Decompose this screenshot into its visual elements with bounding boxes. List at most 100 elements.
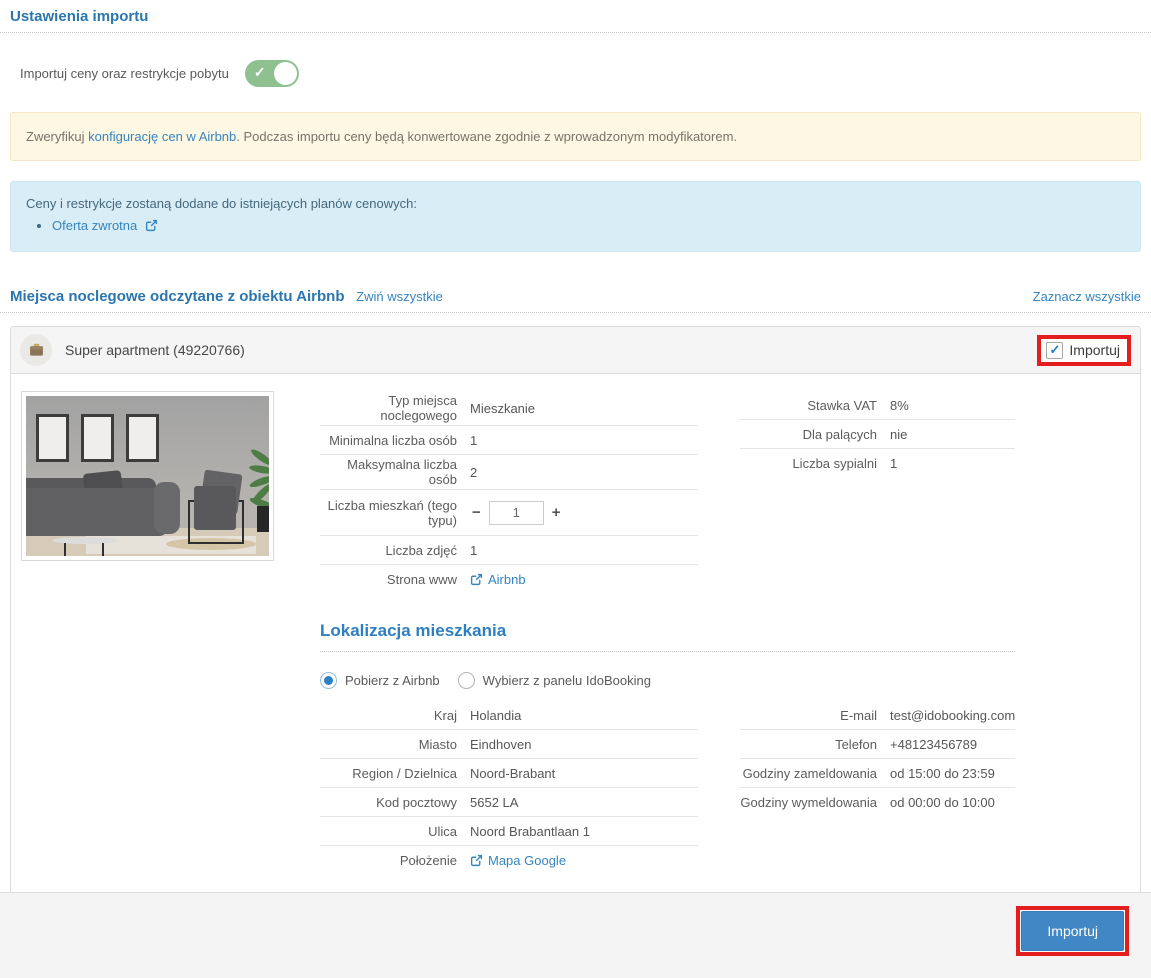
select-all-link[interactable]: Zaznacz wszystkie [1033,289,1141,304]
photo-decor [36,414,69,462]
import-prices-toggle[interactable]: ✓ [245,60,299,87]
listing-panel-header[interactable]: Super apartment (49220766) ✓ Importuj [11,327,1140,374]
photo-decor [81,414,114,462]
detail-label: E-mail [740,708,890,723]
detail-value: 2 [470,465,477,480]
divider [0,32,1151,33]
check-icon: ✓ [254,64,266,81]
detail-value: Holandia [470,708,521,723]
detail-row: Maksymalna liczba osób 2 [320,455,698,490]
detail-label: Liczba sypialni [740,456,890,471]
price-config-warning-alert: Zweryfikuj konfigurację cen w Airbnb. Po… [10,112,1141,161]
edit-icon[interactable] [145,219,158,232]
import-button[interactable]: Importuj [1021,911,1124,951]
detail-row: Typ miejsca noclegowego Mieszkanie [320,391,698,426]
google-maps-link[interactable]: Mapa Google [488,853,566,868]
radio-pobierz-z-airbnb[interactable]: Pobierz z Airbnb [320,672,440,689]
detail-row: Liczba mieszkań (tego typu) − + [320,490,698,536]
detail-label: Godziny zameldowania [740,766,890,781]
detail-row: Godziny wymeldowania od 00:00 do 10:00 [740,788,1015,817]
briefcase-icon [20,334,52,366]
detail-label: Minimalna liczba osób [320,433,470,448]
info-alert-text: Ceny i restrykcje zostaną dodane do istn… [26,196,1125,211]
photo-decor [249,464,269,475]
detail-value: 1 [890,456,897,471]
toggle-knob [274,62,297,85]
photo-decor [257,506,269,532]
quantity-input[interactable] [489,501,544,525]
detail-label: Maksymalna liczba osób [320,457,470,487]
detail-label: Godziny wymeldowania [740,795,890,810]
listing-panel-body: Typ miejsca noclegowego Mieszkanie Minim… [11,374,1140,903]
radio-icon [458,672,475,689]
detail-label: Strona www [320,572,470,587]
detail-value: od 15:00 do 23:59 [890,766,995,781]
detail-row: Ulica Noord Brabantlaan 1 [320,817,698,846]
detail-row: Miasto Eindhoven [320,730,698,759]
detail-row: Region / Dzielnica Noord-Brabant [320,759,698,788]
location-source-options: Pobierz z Airbnb Wybierz z panelu IdoBoo… [320,672,1015,689]
airbnb-listing-link[interactable]: Airbnb [488,572,526,587]
detail-row: Kod pocztowy 5652 LA [320,788,698,817]
detail-label: Miasto [320,737,470,752]
radio-wybierz-z-panelu[interactable]: Wybierz z panelu IdoBooking [458,672,651,689]
external-link-icon [470,573,483,586]
detail-label: Typ miejsca noclegowego [320,393,470,423]
radio-label: Pobierz z Airbnb [345,673,440,688]
listing-attributes-table: Stawka VAT 8% Dla palących nie Liczba sy… [740,391,1015,594]
import-prices-toggle-label: Importuj ceny oraz restrykcje pobytu [20,66,229,81]
photo-scene [26,396,269,556]
page-title: Ustawienia importu [0,0,1151,25]
price-plans-info-alert: Ceny i restrykcje zostaną dodane do istn… [10,181,1141,252]
detail-label: Liczba zdjęć [320,543,470,558]
import-checkbox-label: Importuj [1069,342,1120,358]
divider [0,312,1151,313]
import-checkbox[interactable]: ✓ [1046,342,1063,359]
detail-label: Kraj [320,708,470,723]
detail-row: E-mail test@idobooking.com [740,701,1015,730]
airbnb-price-config-link[interactable]: konfigurację cen w Airbnb [88,129,236,144]
detail-row: Liczba sypialni 1 [740,449,1015,478]
radio-icon [320,672,337,689]
detail-label: Telefon [740,737,890,752]
photo-decor [102,543,104,556]
price-plan-link[interactable]: Oferta zwrotna [52,218,137,233]
price-plan-list-item: Oferta zwrotna [52,218,1125,233]
warning-text-before: Zweryfikuj [26,129,88,144]
photo-decor [64,543,66,556]
detail-row: Stawka VAT 8% [740,391,1015,420]
detail-value: 5652 LA [470,795,518,810]
detail-label: Liczba mieszkań (tego typu) [320,498,470,528]
photo-decor [194,486,236,530]
detail-value: Noord-Brabant [470,766,555,781]
listings-section-header: Miejsca noclegowe odczytane z obiektu Ai… [10,288,1141,305]
photo-decor [52,537,118,544]
import-prices-toggle-row: Importuj ceny oraz restrykcje pobytu ✓ [20,60,1151,87]
location-section-title: Lokalizacja mieszkania [320,621,1015,641]
detail-row: Minimalna liczba osób 1 [320,426,698,455]
detail-row: Telefon +48123456789 [740,730,1015,759]
warning-text-after: . Podczas importu ceny będą konwertowane… [236,129,737,144]
listings-section-title: Miejsca noclegowe odczytane z obiektu Ai… [10,288,345,305]
detail-row: Położenie Mapa Google [320,846,698,875]
detail-row: Strona www Airbnb [320,565,698,594]
detail-value: 1 [470,543,477,558]
detail-row: Kraj Holandia [320,701,698,730]
detail-row: Liczba zdjęć 1 [320,536,698,565]
location-contact-table: E-mail test@idobooking.com Telefon +4812… [740,701,1015,875]
detail-label: Ulica [320,824,470,839]
property-photo [21,391,276,875]
detail-value: Eindhoven [470,737,531,752]
detail-value: nie [890,427,907,442]
plus-icon[interactable]: + [550,504,563,521]
detail-value: 8% [890,398,909,413]
minus-icon[interactable]: − [470,504,483,521]
detail-value: Noord Brabantlaan 1 [470,824,590,839]
photo-border [21,391,274,561]
collapse-all-link[interactable]: Zwiń wszystkie [356,289,443,304]
detail-label: Region / Dzielnica [320,766,470,781]
photo-decor [126,414,159,462]
location-address-table: Kraj Holandia Miasto Eindhoven Region / … [320,701,698,875]
quantity-stepper: − + [470,501,563,525]
detail-value: 1 [470,433,477,448]
